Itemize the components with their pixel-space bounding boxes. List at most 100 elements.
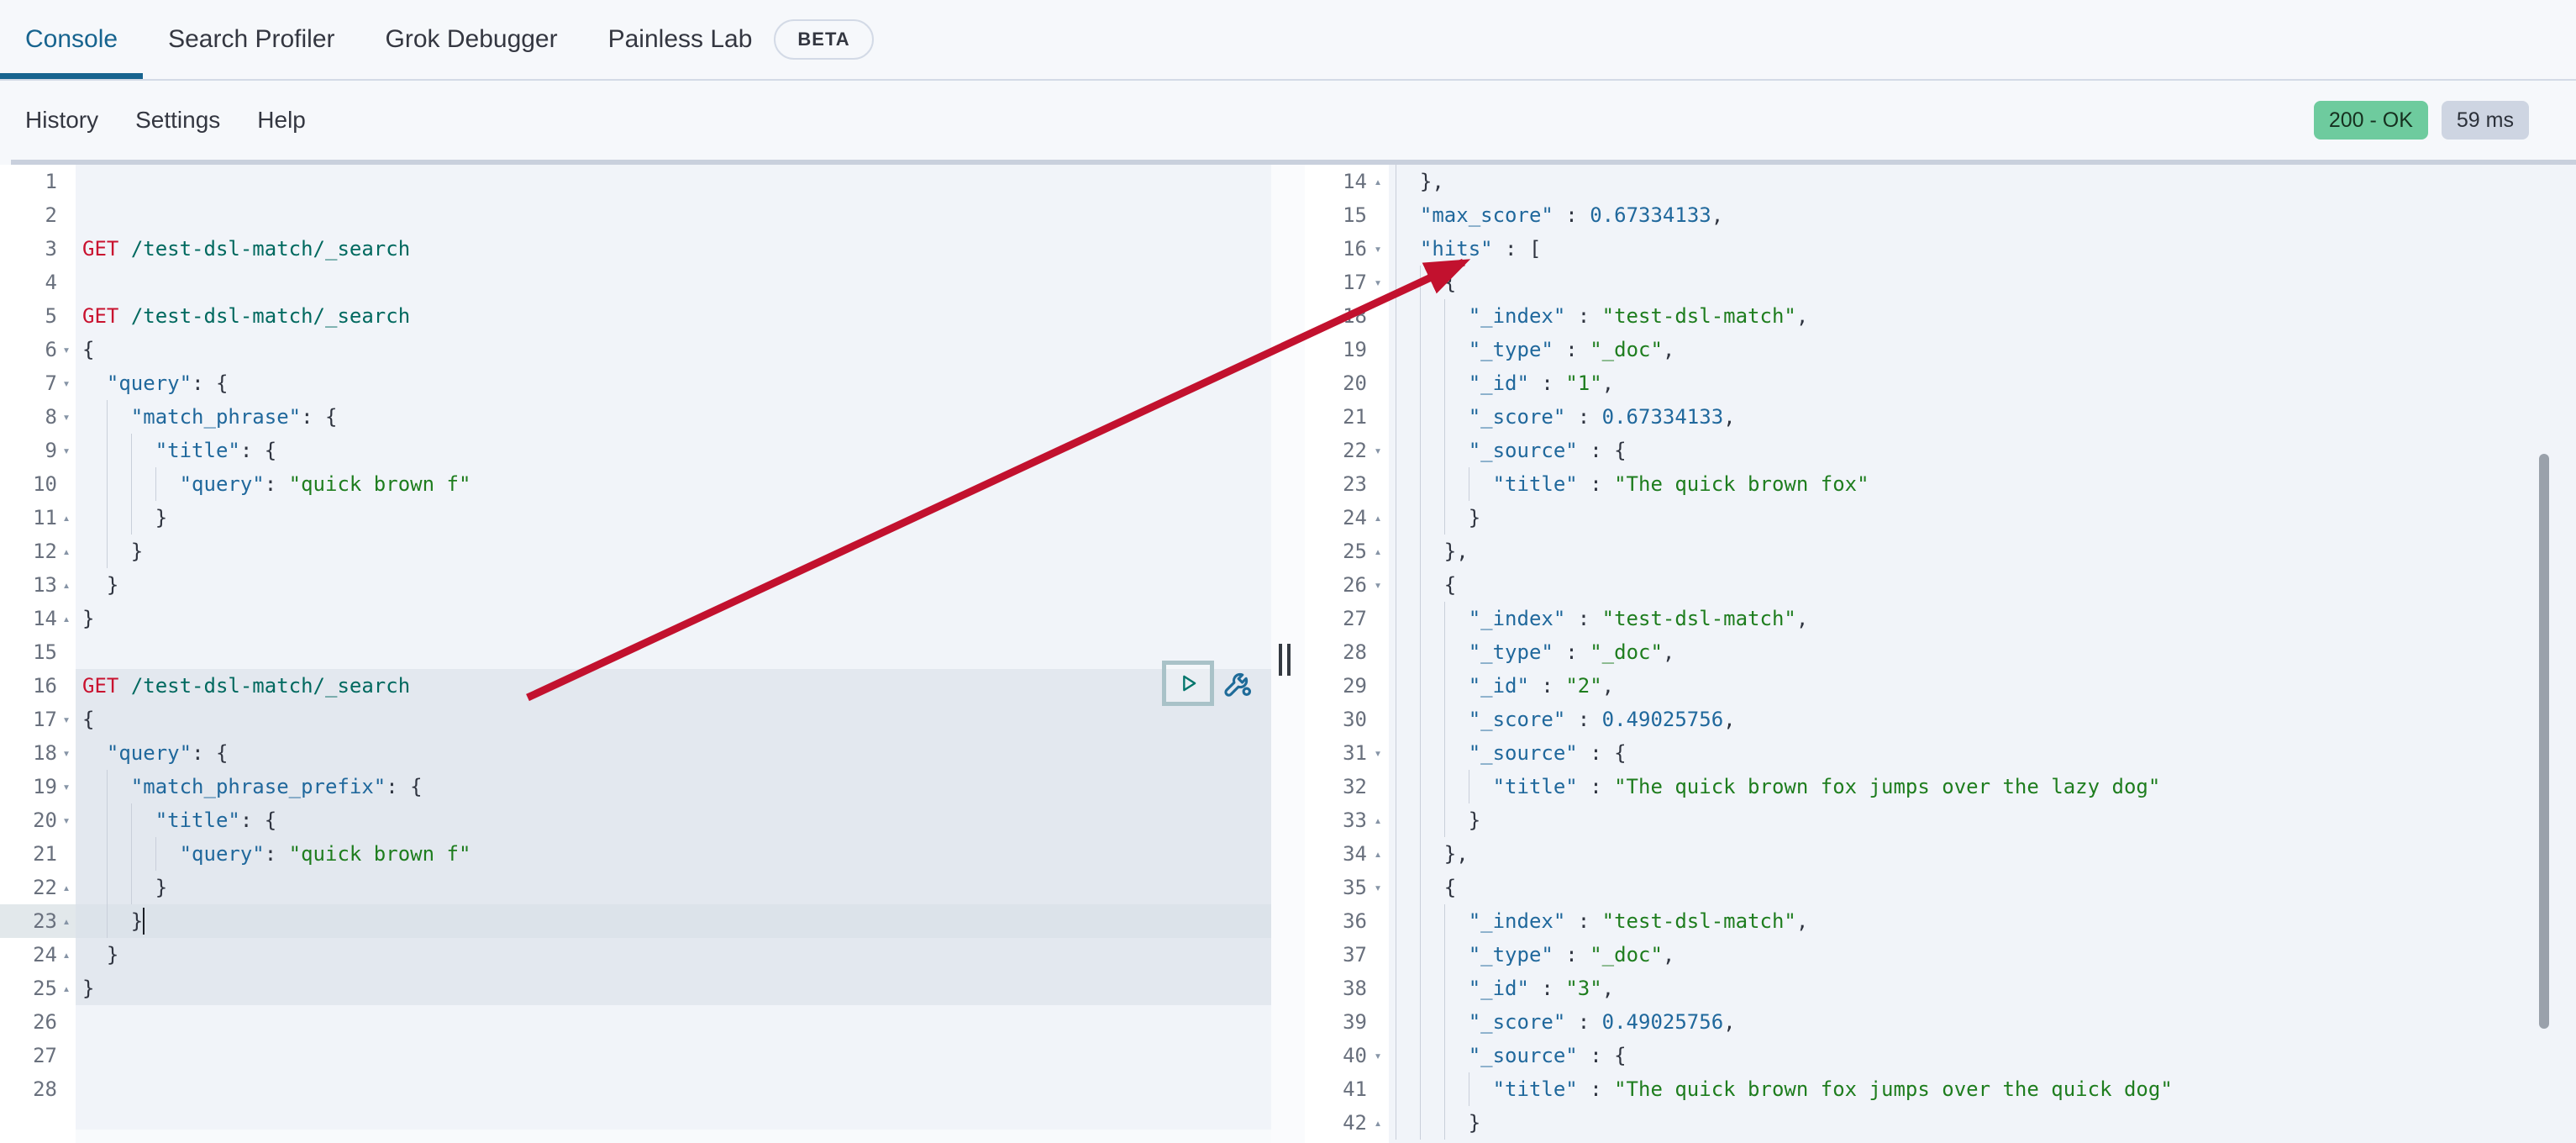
editor-code-line[interactable]: 2	[0, 198, 1271, 232]
fold-icon[interactable]: ▴	[57, 871, 76, 904]
menu-history[interactable]: History	[25, 107, 98, 134]
fold-icon[interactable]: ▾	[1367, 568, 1389, 602]
editor-code-line[interactable]: 21 "query": "quick brown f"	[0, 837, 1271, 871]
response-code-line[interactable]: 18 "_index" : "test-dsl-match",	[1305, 299, 2576, 333]
request-options-button[interactable]	[1217, 661, 1259, 706]
editor-code-line[interactable]: 11 ▴ }	[0, 501, 1271, 535]
editor-code-line[interactable]: 27	[0, 1039, 1271, 1072]
editor-code-line[interactable]: 24 ▴ }	[0, 938, 1271, 972]
response-code-line[interactable]: 40 ▾ "_source" : {	[1305, 1039, 2576, 1072]
fold-icon[interactable]: ▾	[1367, 434, 1389, 467]
editor-code-line[interactable]: 7 ▾ "query": {	[0, 366, 1271, 400]
fold-icon[interactable]: ▾	[57, 366, 76, 400]
editor-code-line[interactable]: 6 ▾ {	[0, 333, 1271, 366]
fold-icon[interactable]: ▾	[1367, 266, 1389, 299]
fold-icon[interactable]: ▾	[1367, 736, 1389, 770]
fold-icon[interactable]: ▾	[57, 333, 76, 366]
response-output-panel[interactable]: 14 ▴ }, 15 "max_score" : 0.67334133, 16 ▾ "h…	[1305, 165, 2576, 1143]
editor-code-line[interactable]: 18 ▾ "query": {	[0, 736, 1271, 770]
editor-code-line[interactable]: 20 ▾ "title": {	[0, 803, 1271, 837]
editor-code-line[interactable]: 12 ▴ }	[0, 535, 1271, 568]
response-code-line[interactable]: 26 ▾ {	[1305, 568, 2576, 602]
editor-code-line[interactable]: 5 GET /test-dsl-match/_search	[0, 299, 1271, 333]
editor-code-line[interactable]: 16 GET /test-dsl-match/_search	[0, 669, 1271, 703]
response-code-line[interactable]: 22 ▾ "_source" : {	[1305, 434, 2576, 467]
tab-search-profiler[interactable]: Search Profiler	[143, 0, 360, 79]
editor-code-line[interactable]: 10 "query": "quick brown f"	[0, 467, 1271, 501]
fold-icon[interactable]: ▴	[1367, 535, 1389, 568]
response-code-line[interactable]: 35 ▾ {	[1305, 871, 2576, 904]
editor-code-line[interactable]: 25 ▴}	[0, 972, 1271, 1005]
response-code-line[interactable]: 14 ▴ },	[1305, 165, 2576, 198]
editor-code-line[interactable]: 15	[0, 635, 1271, 669]
fold-icon[interactable]: ▾	[57, 703, 76, 736]
editor-code-line[interactable]: 14 ▴}	[0, 602, 1271, 635]
response-code-line[interactable]: 17 ▾ {	[1305, 266, 2576, 299]
editor-code-line[interactable]: 22 ▴ }	[0, 871, 1271, 904]
editor-code-line[interactable]: 9 ▾ "title": {	[0, 434, 1271, 467]
response-code-line[interactable]: 29 "_id" : "2",	[1305, 669, 2576, 703]
response-code-line[interactable]: 25 ▴ },	[1305, 535, 2576, 568]
editor-code-line[interactable]: 28	[0, 1072, 1271, 1106]
tab-grok-debugger[interactable]: Grok Debugger	[360, 0, 583, 79]
fold-icon[interactable]: ▾	[1367, 232, 1389, 266]
fold-icon[interactable]: ▴	[1367, 165, 1389, 198]
fold-icon[interactable]: ▴	[57, 501, 76, 535]
editor-code-line[interactable]: 1	[0, 165, 1271, 198]
response-code-line[interactable]: 36 "_index" : "test-dsl-match",	[1305, 904, 2576, 938]
fold-icon[interactable]: ▾	[57, 770, 76, 803]
response-code-line[interactable]: 24 ▴ }	[1305, 501, 2576, 535]
response-code-line[interactable]: 33 ▴ }	[1305, 803, 2576, 837]
response-code-line[interactable]: 19 "_type" : "_doc",	[1305, 333, 2576, 366]
response-code-line[interactable]: 37 "_type" : "_doc",	[1305, 938, 2576, 972]
fold-icon[interactable]: ▴	[57, 602, 76, 635]
fold-icon[interactable]: ▴	[57, 938, 76, 972]
fold-icon[interactable]: ▴	[1367, 1106, 1389, 1140]
fold-icon[interactable]: ▴	[1367, 837, 1389, 871]
response-code-line[interactable]: 23 "title" : "The quick brown fox"	[1305, 467, 2576, 501]
response-code-line[interactable]: 28 "_type" : "_doc",	[1305, 635, 2576, 669]
response-code-line[interactable]: 34 ▴ },	[1305, 837, 2576, 871]
panel-splitter[interactable]	[1271, 165, 1305, 1143]
fold-icon[interactable]: ▴	[1367, 501, 1389, 535]
fold-icon[interactable]: ▴	[1367, 803, 1389, 837]
fold-icon[interactable]: ▴	[57, 535, 76, 568]
fold-icon[interactable]: ▾	[57, 400, 76, 434]
fold-icon[interactable]: ▾	[1367, 1039, 1389, 1072]
response-code-line[interactable]: 42 ▴ }	[1305, 1106, 2576, 1140]
response-code-line[interactable]: 32 "title" : "The quick brown fox jumps …	[1305, 770, 2576, 803]
response-code-line[interactable]: 15 "max_score" : 0.67334133,	[1305, 198, 2576, 232]
fold-icon[interactable]: ▾	[1367, 871, 1389, 904]
menu-settings[interactable]: Settings	[135, 107, 220, 134]
response-code-line[interactable]: 31 ▾ "_source" : {	[1305, 736, 2576, 770]
response-code-line[interactable]: 16 ▾ "hits" : [	[1305, 232, 2576, 266]
editor-code-line[interactable]: 23 ▴ }	[0, 904, 1271, 938]
response-code-line[interactable]: 39 "_score" : 0.49025756,	[1305, 1005, 2576, 1039]
response-code-line[interactable]: 38 "_id" : "3",	[1305, 972, 2576, 1005]
menu-help[interactable]: Help	[257, 107, 306, 134]
response-code-line[interactable]: 21 "_score" : 0.67334133,	[1305, 400, 2576, 434]
request-editor-panel[interactable]: 1 2 3 GET /test-dsl-match/_search 4 5 GET /tes…	[0, 165, 1271, 1143]
editor-code-line[interactable]: 4	[0, 266, 1271, 299]
editor-code-line[interactable]: 8 ▾ "match_phrase": {	[0, 400, 1271, 434]
fold-icon[interactable]: ▴	[57, 904, 76, 938]
send-request-button[interactable]	[1162, 661, 1214, 706]
fold-icon[interactable]: ▴	[57, 568, 76, 602]
editor-code-line[interactable]: 26	[0, 1005, 1271, 1039]
editor-code-line[interactable]: 17 ▾ {	[0, 703, 1271, 736]
fold-icon[interactable]: ▾	[57, 803, 76, 837]
response-scrollbar-thumb[interactable]	[2539, 454, 2549, 1029]
response-code-line[interactable]: 30 "_score" : 0.49025756,	[1305, 703, 2576, 736]
tab-console[interactable]: Console	[0, 0, 143, 79]
fold-icon[interactable]: ▴	[57, 972, 76, 1005]
splitter-handle-icon[interactable]	[1279, 644, 1291, 676]
editor-code-line[interactable]: 13 ▴ }	[0, 568, 1271, 602]
tab-painless-lab[interactable]: Painless Lab BETA	[583, 0, 899, 79]
fold-icon[interactable]: ▾	[57, 434, 76, 467]
response-code-line[interactable]: 27 "_index" : "test-dsl-match",	[1305, 602, 2576, 635]
editor-code-line[interactable]: 19 ▾ "match_phrase_prefix": {	[0, 770, 1271, 803]
response-code-line[interactable]: 41 "title" : "The quick brown fox jumps …	[1305, 1072, 2576, 1106]
editor-code-line[interactable]: 3 GET /test-dsl-match/_search	[0, 232, 1271, 266]
fold-icon[interactable]: ▾	[57, 736, 76, 770]
response-code-line[interactable]: 20 "_id" : "1",	[1305, 366, 2576, 400]
